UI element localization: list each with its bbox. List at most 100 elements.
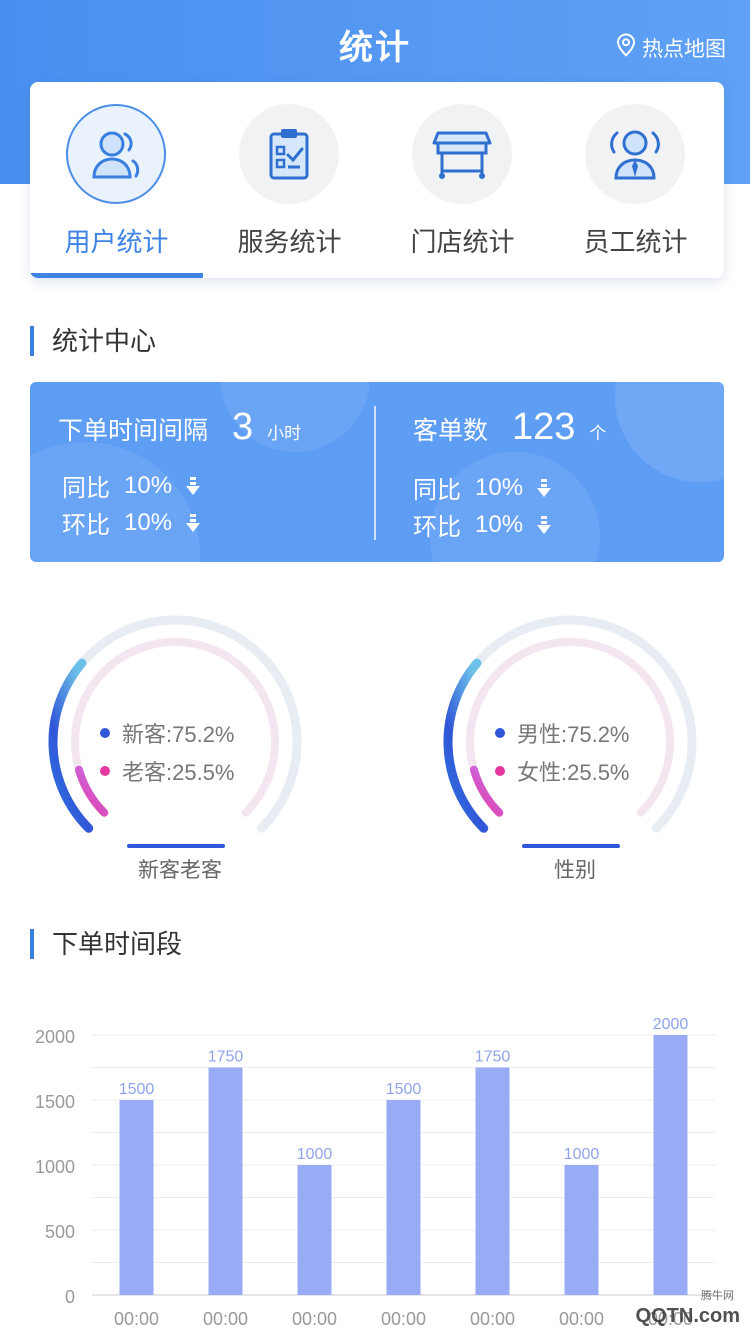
- yoy-label: 同比: [413, 477, 461, 504]
- arrow-down-icon: [186, 513, 201, 532]
- gauge-value-arc: [443, 658, 489, 833]
- gauge-underline: [522, 844, 620, 848]
- gauge-underline: [127, 844, 225, 848]
- stat-label: 下单时间间隔: [58, 417, 209, 445]
- mom-label: 环比: [62, 512, 110, 539]
- hotmap-label: 热点地图: [642, 38, 726, 61]
- stat-label: 客单数: [413, 417, 489, 445]
- y-tick-label: 2000: [35, 1027, 75, 1047]
- stat-main: 客单数 123 个: [413, 406, 606, 449]
- yoy-value: 10%: [124, 471, 173, 499]
- tab-label: 员工统计: [583, 227, 688, 257]
- bar: [386, 1100, 421, 1295]
- gauge-value-arc: [48, 658, 94, 833]
- mom-value: 10%: [124, 508, 173, 536]
- legend-dot: [495, 728, 505, 738]
- y-tick-label: 500: [45, 1222, 75, 1242]
- gauge-caption: 性别: [554, 859, 596, 882]
- stats-center-heading: 统计中心: [30, 326, 156, 356]
- yoy-row: 同比 10%: [62, 468, 201, 503]
- mom-value: 10%: [475, 510, 524, 538]
- legend-label: 女性:25.5%: [517, 760, 630, 785]
- new-old-customer-gauge: 新客:75.2% 老客:25.5% 新客老客: [30, 612, 330, 887]
- x-tick-label: 00:00: [203, 1309, 248, 1329]
- bar: [564, 1165, 599, 1295]
- bar: [475, 1067, 510, 1295]
- active-tab-indicator: [30, 273, 203, 278]
- watermark-small: 腾牛网: [701, 1290, 734, 1302]
- stats-summary-card: 下单时间间隔 3 小时 同比 10% 环比 10% 客单数 123 个 同比 1…: [30, 382, 724, 562]
- stat-value: 3: [232, 406, 254, 448]
- legend-dot: [100, 728, 110, 738]
- tab-user-stats[interactable]: 用户统计: [30, 82, 203, 278]
- tab-icon-circle: [66, 104, 166, 204]
- stat-divider: [374, 406, 376, 540]
- stat-unit: 小时: [267, 424, 302, 443]
- bar-value-label: 1750: [208, 1049, 244, 1066]
- stat-main: 下单时间间隔 3 小时: [58, 406, 301, 449]
- watermark-text: QQTN.com: [635, 1305, 740, 1327]
- x-tick-label: 00:00: [381, 1309, 426, 1329]
- bar-value-label: 1750: [475, 1049, 511, 1066]
- tab-label: 用户统计: [64, 227, 169, 257]
- bar: [297, 1165, 332, 1295]
- store-counter-icon: [432, 131, 492, 179]
- y-tick-label: 0: [65, 1287, 75, 1307]
- bar-value-label: 1000: [564, 1146, 600, 1163]
- bar-value-label: 1000: [297, 1146, 333, 1163]
- tab-icon-circle: [585, 104, 685, 204]
- tab-label: 服务统计: [237, 227, 342, 257]
- mom-label: 环比: [413, 514, 461, 541]
- watermark: 腾牛网 QQTN.com: [635, 1290, 740, 1328]
- order-time-heading: 下单时间段: [30, 929, 182, 959]
- bar-value-label: 2000: [653, 1016, 689, 1033]
- x-tick-label: 00:00: [559, 1309, 604, 1329]
- gauge-caption: 新客老客: [138, 859, 222, 882]
- legend-label: 老客:25.5%: [122, 760, 235, 785]
- legend-label: 新客:75.2%: [122, 722, 235, 747]
- tab-staff-stats[interactable]: 员工统计: [549, 82, 722, 278]
- gender-gauge: 男性:75.2% 女性:25.5% 性别: [425, 612, 725, 887]
- x-tick-label: 00:00: [292, 1309, 337, 1329]
- yoy-value: 10%: [475, 473, 524, 501]
- yoy-row: 同比 10%: [413, 470, 552, 505]
- tab-icon-circle: [239, 104, 339, 204]
- tab-service-stats[interactable]: 服务统计: [203, 82, 376, 278]
- tab-label: 门店统计: [410, 227, 515, 257]
- clipboard-checklist-icon: [269, 129, 309, 180]
- arrow-down-icon: [537, 478, 552, 497]
- bar: [208, 1067, 243, 1295]
- bar-value-label: 1500: [119, 1081, 155, 1098]
- bar-chart-svg: 0 500 1000 1500 2000 1500 00:00 1750 00:00 1000 00…: [35, 1016, 715, 1329]
- legend-label: 男性:75.2%: [517, 722, 630, 747]
- legend-item: 男性:75.2%: [495, 717, 630, 749]
- legend-item: 老客:25.5%: [100, 755, 235, 787]
- x-tick-label: 00:00: [114, 1309, 159, 1329]
- bar-value-label: 1500: [386, 1081, 422, 1098]
- arrow-down-icon: [186, 476, 201, 495]
- staff-icon: [610, 130, 660, 180]
- y-tick-label: 1000: [35, 1157, 75, 1177]
- bar: [653, 1035, 688, 1295]
- legend-item: 女性:25.5%: [495, 755, 630, 787]
- mom-row: 环比 10%: [62, 505, 201, 540]
- arrow-down-icon: [537, 515, 552, 534]
- legend-item: 新客:75.2%: [100, 717, 235, 749]
- stat-value: 123: [512, 406, 576, 448]
- category-tabs: 用户统计 服务统计 门店统计 员工统计: [30, 82, 724, 278]
- legend-dot: [100, 766, 110, 776]
- tab-icon-circle: [412, 104, 512, 204]
- yoy-label: 同比: [62, 475, 110, 502]
- stat-unit: 个: [589, 424, 607, 443]
- order-time-chart: 0 500 1000 1500 2000 1500 00:00 1750 00:00 1000 00…: [0, 1000, 750, 1334]
- decor-bubble: [615, 382, 724, 482]
- user-icon: [92, 131, 140, 179]
- legend-dot: [495, 766, 505, 776]
- hotmap-link[interactable]: 热点地图: [616, 33, 726, 63]
- bar: [119, 1100, 154, 1295]
- tab-store-stats[interactable]: 门店统计: [376, 82, 549, 278]
- y-tick-label: 1500: [35, 1092, 75, 1112]
- mom-row: 环比 10%: [413, 507, 552, 542]
- location-pin-icon: [616, 33, 636, 63]
- x-tick-label: 00:00: [470, 1309, 515, 1329]
